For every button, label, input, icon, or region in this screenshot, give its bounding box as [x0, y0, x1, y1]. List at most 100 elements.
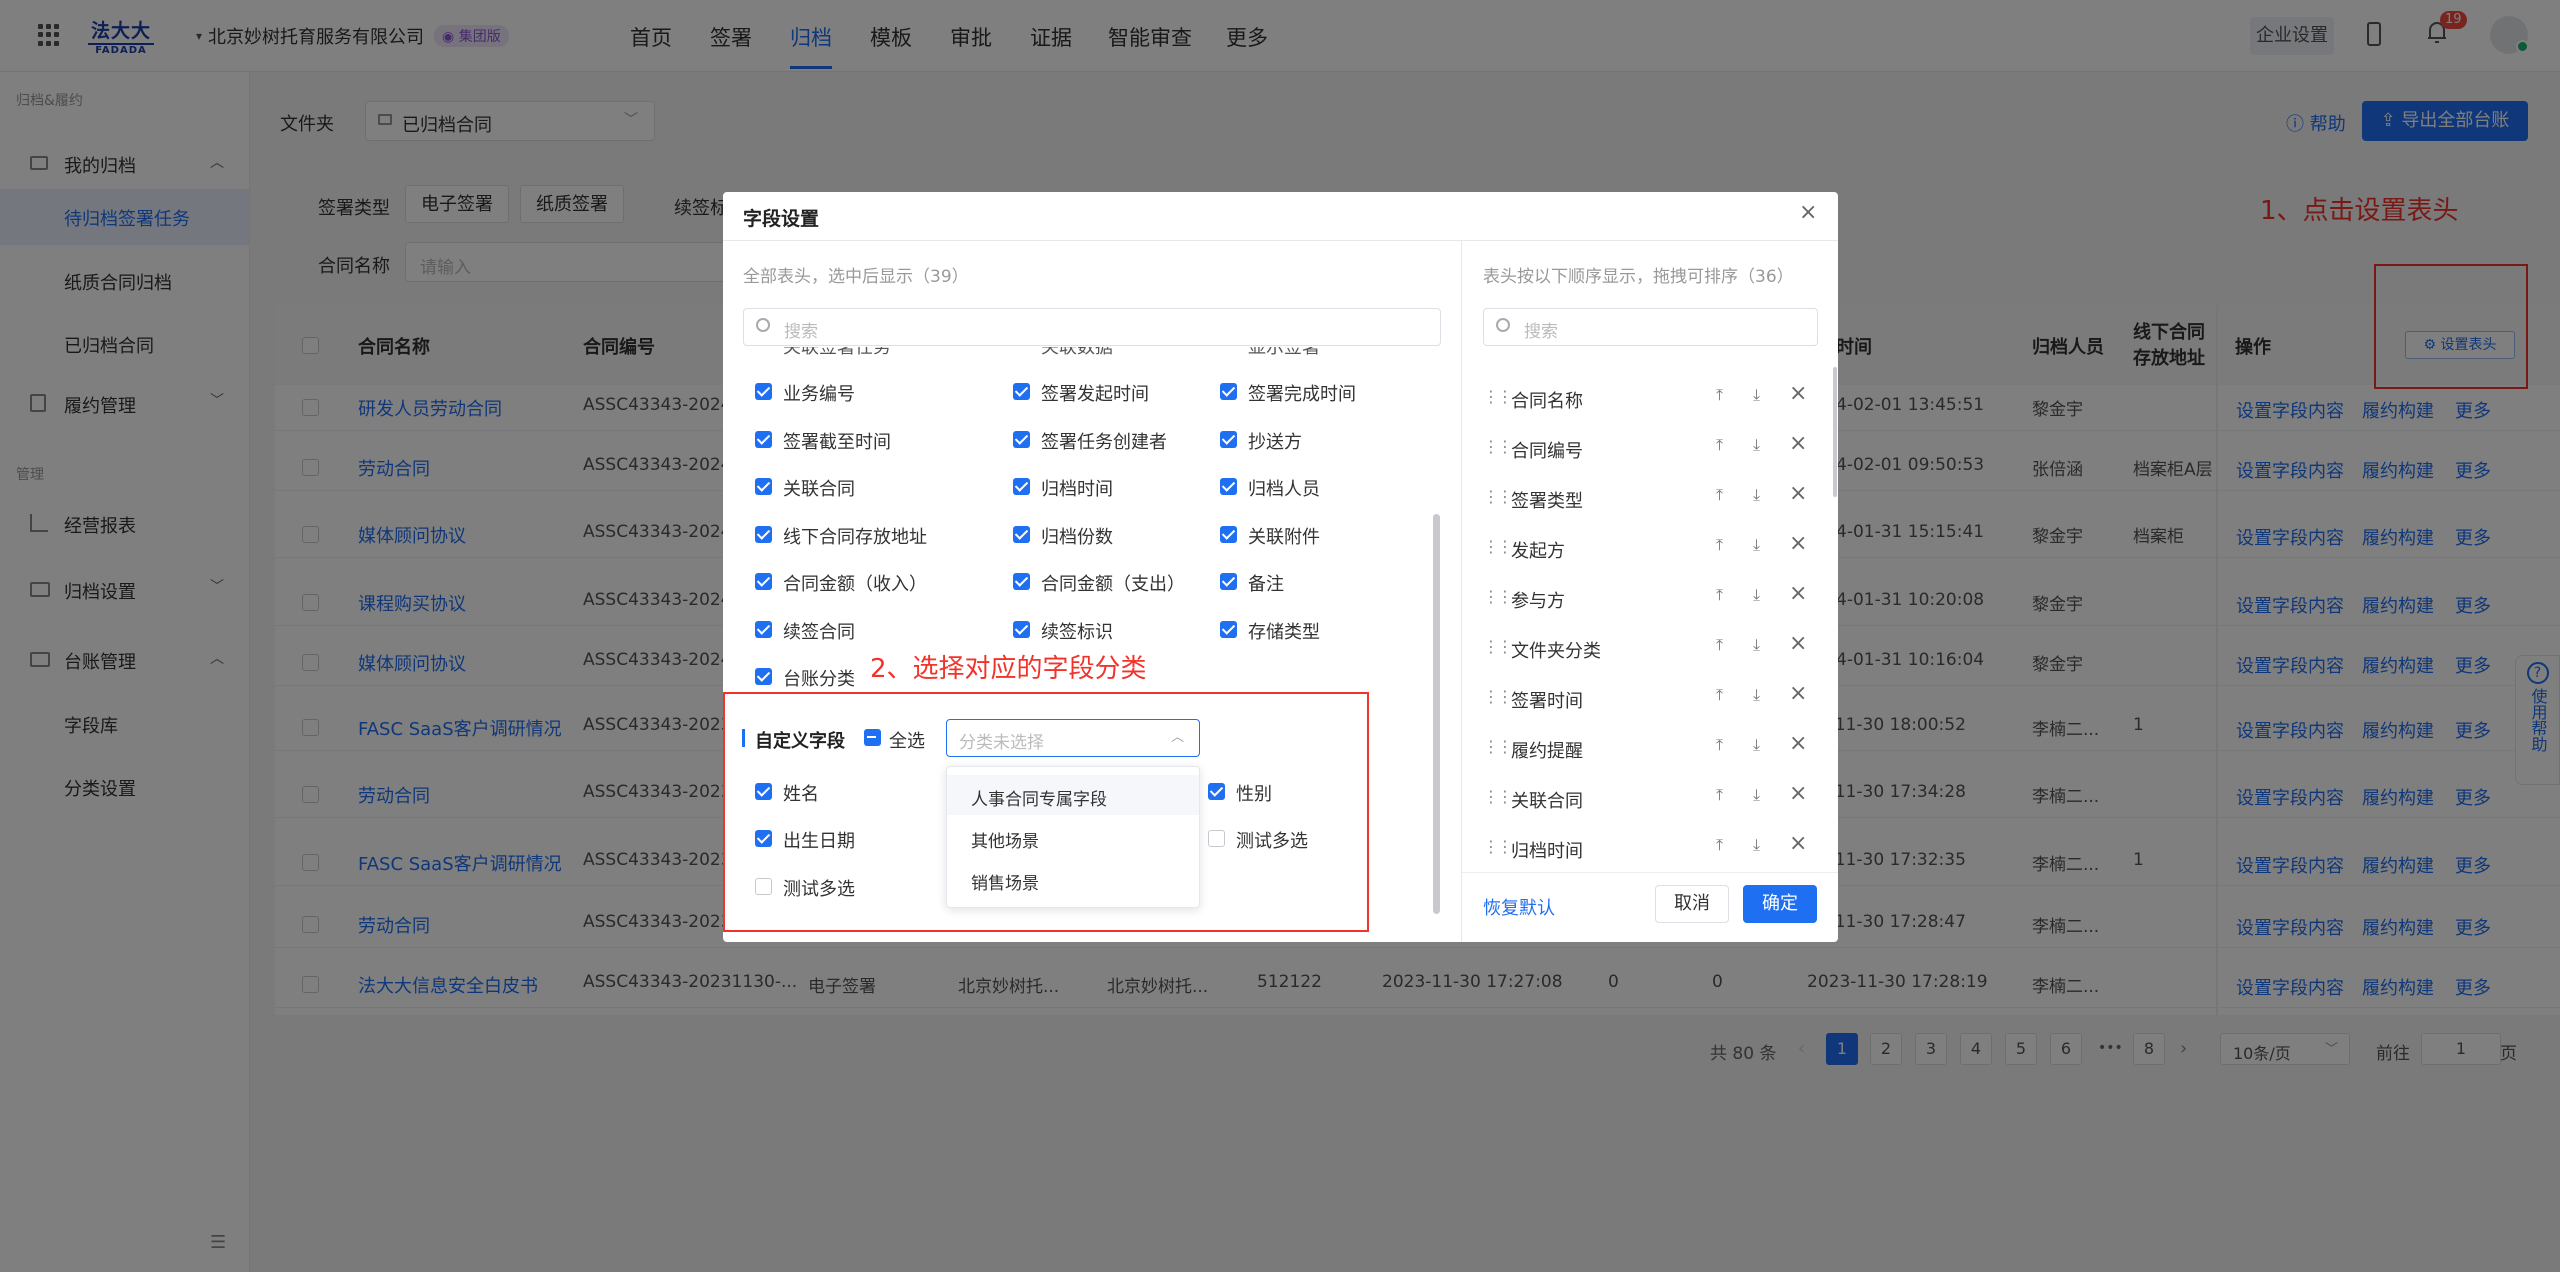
- move-to-top-icon[interactable]: ⤒: [1716, 685, 1723, 705]
- remove-icon[interactable]: ×: [1789, 481, 1807, 506]
- drag-handle-icon[interactable]: ⋮⋮: [1483, 687, 1513, 706]
- custom-field-checkbox[interactable]: [755, 878, 772, 895]
- field-label-partial: 显示签署: [1248, 347, 1320, 358]
- move-to-bottom-icon[interactable]: ⤓: [1753, 835, 1760, 855]
- drag-handle-icon[interactable]: ⋮⋮: [1483, 837, 1513, 856]
- move-to-top-icon[interactable]: ⤒: [1716, 585, 1723, 605]
- field-label: 合同金额（收入）: [783, 574, 927, 595]
- move-to-top-icon[interactable]: ⤒: [1716, 435, 1723, 455]
- right-field-row[interactable]: ⋮⋮ 发起方 ⤒ ⤓ ×: [1483, 531, 1818, 571]
- field-checkbox[interactable]: [755, 383, 772, 400]
- field-checkbox[interactable]: [1013, 620, 1030, 638]
- drag-handle-icon[interactable]: ⋮⋮: [1483, 637, 1513, 656]
- remove-icon[interactable]: ×: [1789, 381, 1807, 406]
- drag-handle-icon[interactable]: ⋮⋮: [1483, 537, 1513, 556]
- field-checkbox[interactable]: [755, 478, 772, 495]
- remove-icon[interactable]: ×: [1789, 681, 1807, 706]
- move-to-bottom-icon[interactable]: ⤓: [1753, 485, 1760, 505]
- move-to-bottom-icon[interactable]: ⤓: [1753, 785, 1760, 805]
- right-field-row[interactable]: ⋮⋮ 归档时间 ⤒ ⤓ ×: [1483, 831, 1818, 871]
- right-search-input[interactable]: 搜索: [1483, 308, 1818, 346]
- cancel-button[interactable]: 取消: [1655, 885, 1729, 923]
- left-search-input[interactable]: 搜索: [743, 308, 1441, 346]
- field-checkbox[interactable]: [1013, 430, 1030, 448]
- right-field-row[interactable]: ⋮⋮ 签署类型 ⤒ ⤓ ×: [1483, 481, 1818, 521]
- move-to-bottom-icon[interactable]: ⤓: [1753, 385, 1760, 405]
- search-placeholder: 搜索: [1524, 322, 1558, 342]
- right-field-row[interactable]: ⋮⋮ 合同名称 ⤒ ⤓ ×: [1483, 381, 1818, 421]
- right-scrollbar[interactable]: [1833, 367, 1837, 497]
- field-checkbox[interactable]: [1013, 525, 1030, 543]
- remove-icon[interactable]: ×: [1789, 731, 1807, 756]
- remove-icon[interactable]: ×: [1789, 581, 1807, 606]
- remove-icon[interactable]: ×: [1789, 531, 1807, 556]
- custom-field-checkbox[interactable]: [755, 783, 772, 800]
- field-checkbox[interactable]: [755, 620, 772, 638]
- right-field-row[interactable]: ⋮⋮ 签署时间 ⤒ ⤓ ×: [1483, 681, 1818, 721]
- field-checkbox[interactable]: [1220, 620, 1237, 638]
- category-select[interactable]: 分类未选择 ︿: [946, 719, 1200, 757]
- drag-handle-icon[interactable]: ⋮⋮: [1483, 437, 1513, 456]
- dropdown-option-label: 其他场景: [971, 832, 1039, 852]
- dropdown-option[interactable]: 销售场景: [947, 859, 1199, 899]
- move-to-top-icon[interactable]: ⤒: [1716, 385, 1723, 405]
- right-field-row[interactable]: ⋮⋮ 关联合同 ⤒ ⤓ ×: [1483, 781, 1818, 821]
- remove-icon[interactable]: ×: [1789, 831, 1807, 856]
- dropdown-option[interactable]: 其他场景: [947, 817, 1199, 857]
- restore-default-link[interactable]: 恢复默认: [1483, 894, 1555, 920]
- field-checkbox[interactable]: [1220, 573, 1237, 590]
- field-checkbox[interactable]: [755, 668, 772, 685]
- remove-icon[interactable]: ×: [1789, 431, 1807, 456]
- move-to-bottom-icon[interactable]: ⤓: [1753, 435, 1760, 455]
- field-label: 续签标识: [1041, 621, 1113, 643]
- move-to-top-icon[interactable]: ⤒: [1716, 835, 1723, 855]
- field-checkbox[interactable]: [755, 573, 772, 590]
- field-checkbox[interactable]: [755, 430, 772, 448]
- custom-select-all-checkbox[interactable]: [864, 729, 881, 746]
- search-placeholder: 搜索: [784, 322, 818, 342]
- field-label: 备注: [1248, 574, 1284, 595]
- move-to-bottom-icon[interactable]: ⤓: [1753, 685, 1760, 705]
- move-to-bottom-icon[interactable]: ⤓: [1753, 535, 1760, 555]
- move-to-top-icon[interactable]: ⤒: [1716, 635, 1723, 655]
- drag-handle-icon[interactable]: ⋮⋮: [1483, 487, 1513, 506]
- drag-handle-icon[interactable]: ⋮⋮: [1483, 737, 1513, 756]
- right-field-row[interactable]: ⋮⋮ 合同编号 ⤒ ⤓ ×: [1483, 431, 1818, 471]
- right-field-row[interactable]: ⋮⋮ 参与方 ⤒ ⤓ ×: [1483, 581, 1818, 621]
- custom-field-checkbox[interactable]: [1208, 830, 1225, 847]
- step2-annotation: 2、选择对应的字段分类: [870, 654, 1147, 684]
- field-label: 签署发起时间: [1041, 384, 1149, 405]
- move-to-bottom-icon[interactable]: ⤓: [1753, 735, 1760, 755]
- field-checkbox[interactable]: [1013, 478, 1030, 495]
- field-checkbox[interactable]: [1013, 573, 1030, 590]
- field-checkbox[interactable]: [1220, 478, 1237, 495]
- move-to-top-icon[interactable]: ⤒: [1716, 485, 1723, 505]
- dropdown-option[interactable]: 人事合同专属字段: [947, 775, 1199, 815]
- right-field-row[interactable]: ⋮⋮ 履约提醒 ⤒ ⤓ ×: [1483, 731, 1818, 771]
- drag-handle-icon[interactable]: ⋮⋮: [1483, 587, 1513, 606]
- custom-field-checkbox[interactable]: [755, 830, 772, 847]
- drag-handle-icon[interactable]: ⋮⋮: [1483, 387, 1513, 406]
- modal-divider: [723, 240, 1838, 241]
- field-checkbox[interactable]: [1220, 525, 1237, 543]
- dropdown-option-label: 人事合同专属字段: [971, 790, 1107, 810]
- move-to-top-icon[interactable]: ⤒: [1716, 535, 1723, 555]
- field-checkbox[interactable]: [755, 525, 772, 543]
- right-field-row[interactable]: ⋮⋮ 文件夹分类 ⤒ ⤓ ×: [1483, 631, 1818, 671]
- move-to-top-icon[interactable]: ⤒: [1716, 735, 1723, 755]
- close-icon[interactable]: ×: [1799, 200, 1817, 225]
- drag-handle-icon[interactable]: ⋮⋮: [1483, 787, 1513, 806]
- custom-field-checkbox[interactable]: [1208, 783, 1225, 800]
- field-checkbox[interactable]: [1220, 430, 1237, 448]
- remove-icon[interactable]: ×: [1789, 781, 1807, 806]
- chevron-up-icon: ︿: [1171, 730, 1185, 745]
- field-checkbox[interactable]: [1220, 383, 1237, 400]
- remove-icon[interactable]: ×: [1789, 631, 1807, 656]
- custom-section-bar: [742, 729, 745, 747]
- move-to-bottom-icon[interactable]: ⤓: [1753, 585, 1760, 605]
- left-scrollbar[interactable]: [1433, 514, 1440, 914]
- confirm-button[interactable]: 确定: [1743, 885, 1817, 923]
- move-to-bottom-icon[interactable]: ⤓: [1753, 635, 1760, 655]
- field-checkbox[interactable]: [1013, 383, 1030, 400]
- move-to-top-icon[interactable]: ⤒: [1716, 785, 1723, 805]
